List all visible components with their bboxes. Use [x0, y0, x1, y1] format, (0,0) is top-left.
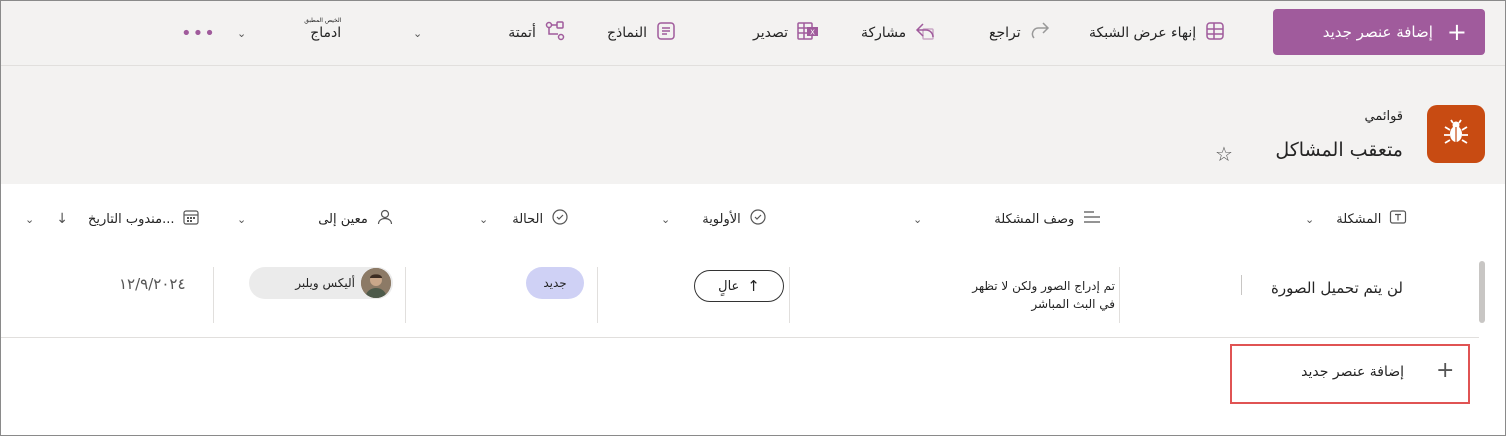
- end-grid-view-label: إنهاء عرض الشبكة: [1089, 25, 1197, 41]
- assigned-name: أليكس ويلبر: [295, 276, 355, 290]
- window: ••• ⌄ ادماج الخيص المطبق ⌄ أتمتة النماذج: [0, 0, 1506, 436]
- share-label: مشاركة: [861, 25, 907, 41]
- avatar: [361, 268, 391, 298]
- share-icon: [914, 20, 936, 46]
- integrate-label: ادماج: [310, 25, 342, 41]
- description-line-2: في البث المباشر: [1031, 297, 1115, 311]
- column-label-status: الحالة: [512, 211, 544, 227]
- forms-label: النماذج: [607, 25, 648, 41]
- add-label: إضافة عنصر جديد: [1322, 23, 1433, 41]
- add-new-item-row[interactable]: + إضافة عنصر جديد: [1230, 344, 1470, 404]
- assigned-person-pill[interactable]: أليكس ويلبر: [249, 267, 393, 299]
- sort-descending-icon: ↓: [56, 211, 68, 227]
- chevron-down-icon: ⌄: [913, 212, 923, 226]
- row-separator: [1, 337, 1479, 338]
- undo-button[interactable]: تراجع: [989, 15, 1051, 51]
- more-horizontal-icon: •••: [181, 22, 216, 44]
- svg-text:X: X: [810, 29, 815, 37]
- arrow-up-icon: ↑: [747, 277, 760, 295]
- automate-label: أتمتة: [508, 25, 536, 41]
- cell-divider: [789, 267, 790, 323]
- end-grid-view-button[interactable]: إنهاء عرض الشبكة: [1089, 15, 1226, 51]
- cell-divider: [405, 267, 406, 323]
- column-header-description[interactable]: ⌄ وصف المشكلة: [913, 201, 1102, 237]
- text-cursor: [1241, 275, 1242, 295]
- grid-icon: [1204, 20, 1226, 46]
- column-label-assigned: معين إلى: [318, 211, 368, 227]
- export-button[interactable]: تصدير X: [753, 15, 820, 51]
- list-header: [1, 66, 1505, 184]
- list-app-icon: [1427, 105, 1485, 163]
- column-label-due: مندوب التاريخ...: [87, 211, 175, 227]
- chevron-down-icon: ⌄: [413, 26, 423, 40]
- integrate-dropdown[interactable]: ⌄ ادماج الخيص المطبق: [237, 15, 341, 51]
- chevron-down-icon: ⌄: [661, 212, 671, 226]
- status-pill[interactable]: جديد: [526, 267, 584, 299]
- chevron-down-icon: ⌄: [479, 212, 489, 226]
- cell-divider: [213, 267, 214, 323]
- chevron-down-icon: ⌄: [1305, 212, 1315, 226]
- column-header-status[interactable]: ⌄ الحالة: [479, 201, 569, 237]
- chevron-down-icon: ⌄: [237, 26, 247, 40]
- cell-issue[interactable]: لن يتم تحميل الصورة: [1271, 279, 1403, 297]
- choice-icon: [749, 208, 767, 230]
- plus-icon: +: [1446, 18, 1467, 46]
- calendar-icon: [182, 208, 200, 230]
- vertical-scrollbar[interactable]: [1479, 261, 1485, 323]
- cell-divider: [1119, 267, 1120, 323]
- column-label-priority: الأولوية: [702, 211, 741, 227]
- cell-due-date[interactable]: ١٢/٩/٢٠٢٤: [119, 275, 186, 293]
- command-bar: ••• ⌄ ادماج الخيص المطبق ⌄ أتمتة النماذج: [1, 1, 1505, 66]
- redo-arrow-icon: [1029, 20, 1051, 46]
- column-header-priority[interactable]: ⌄ الأولوية: [661, 201, 767, 237]
- add-new-item-button[interactable]: إضافة عنصر جديد +: [1273, 9, 1485, 55]
- bug-icon: [1441, 117, 1471, 151]
- breadcrumb[interactable]: قوائمي: [1364, 109, 1403, 124]
- more-button[interactable]: •••: [181, 15, 216, 51]
- add-row-label: إضافة عنصر جديد: [1301, 364, 1404, 380]
- multiline-text-icon: [1082, 209, 1102, 229]
- add-row-plus-icon: +: [1436, 358, 1455, 383]
- column-label-issue: المشكلة: [1336, 211, 1382, 227]
- column-label-description: وصف المشكلة: [994, 211, 1075, 227]
- priority-pill[interactable]: عالٍ ↑: [694, 270, 784, 302]
- forms-icon: [655, 20, 677, 46]
- page-title: متعقب المشاكل: [1275, 139, 1403, 161]
- cell-divider: [597, 267, 598, 323]
- column-header-assigned[interactable]: ⌄ معين إلى: [237, 201, 394, 237]
- automate-dropdown[interactable]: ⌄ أتمتة: [413, 15, 566, 51]
- chevron-down-icon: ⌄: [237, 212, 247, 226]
- excel-icon: X: [796, 20, 820, 46]
- description-line-1: تم إدراج الصور ولكن لا تظهر: [972, 279, 1115, 293]
- flow-icon: [544, 20, 566, 46]
- share-button[interactable]: مشاركة: [861, 15, 936, 51]
- priority-label: عالٍ: [718, 278, 740, 294]
- integrate-sup: الخيص المطبق: [304, 17, 342, 24]
- cell-description[interactable]: تم إدراج الصور ولكن لا تظهر في البث المب…: [972, 277, 1115, 313]
- chevron-down-icon: ⌄: [25, 212, 35, 226]
- favorite-star-icon[interactable]: ☆: [1215, 142, 1233, 166]
- column-header-due[interactable]: ⌄ ↓ مندوب التاريخ...: [25, 201, 200, 237]
- export-label: تصدير: [753, 25, 789, 41]
- person-icon: [376, 208, 394, 230]
- text-field-icon: [1389, 209, 1407, 229]
- undo-label: تراجع: [989, 25, 1021, 41]
- forms-button[interactable]: النماذج: [607, 15, 677, 51]
- column-header-issue[interactable]: ⌄ المشكلة: [1305, 201, 1407, 237]
- choice-icon: [551, 208, 569, 230]
